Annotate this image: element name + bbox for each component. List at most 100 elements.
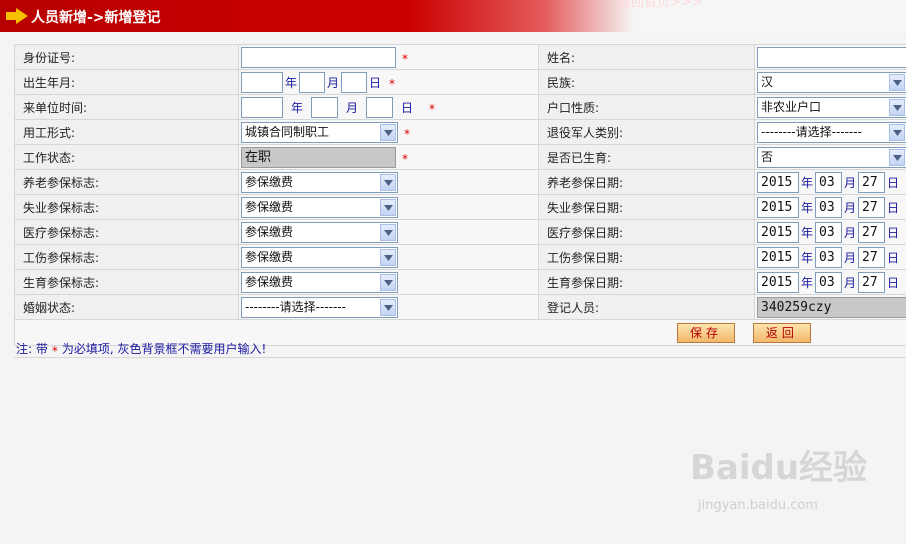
chevron-down-icon[interactable] xyxy=(380,198,396,216)
pension-label: 养老参保标志: xyxy=(14,169,239,195)
form-row: 工伤参保标志: 参保缴费 工伤参保日期: 2015 年 03 月 27 日 xyxy=(14,244,906,270)
medical-select[interactable]: 参保缴费 xyxy=(241,221,398,243)
chevron-down-icon[interactable] xyxy=(380,223,396,241)
chevron-down-icon[interactable] xyxy=(380,248,396,266)
chevron-down-icon[interactable] xyxy=(380,273,396,291)
marital-value: --------请选择------- xyxy=(245,299,346,314)
form-row: 身份证号: * 姓名: xyxy=(14,44,906,70)
join-day-input[interactable] xyxy=(366,96,394,118)
pension-month-input[interactable]: 03 xyxy=(815,171,843,193)
childbirth-select[interactable]: 否 xyxy=(757,146,906,168)
injury-month-input[interactable]: 03 xyxy=(815,246,843,268)
join-year-input[interactable] xyxy=(241,96,283,118)
join-date-label: 来单位时间: xyxy=(14,94,239,120)
required-mark: * xyxy=(389,77,396,91)
month-unit: 月 xyxy=(844,275,857,290)
birth-label: 出生年月: xyxy=(14,69,239,95)
maternity-value: 参保缴费 xyxy=(245,274,294,289)
birth-day-input[interactable] xyxy=(341,71,368,93)
chevron-down-icon[interactable] xyxy=(889,123,905,141)
medical-date-label: 医疗参保日期: xyxy=(538,219,755,245)
maternity-day-input[interactable]: 27 xyxy=(858,271,886,293)
unemployment-label: 失业参保标志: xyxy=(14,194,239,220)
id-card-input[interactable] xyxy=(241,46,396,68)
chevron-down-icon[interactable] xyxy=(889,98,905,116)
form-row: 用工形式: 城镇合同制职工 * 退役军人类别: --------请选择------… xyxy=(14,119,906,145)
day-unit: 日 xyxy=(369,75,382,90)
maternity-select[interactable]: 参保缴费 xyxy=(241,271,398,293)
form-row: 婚姻状态: --------请选择------- 登记人员: 340259czy xyxy=(14,294,906,320)
injury-date-label: 工伤参保日期: xyxy=(538,244,755,270)
maternity-month-input[interactable]: 03 xyxy=(815,271,843,293)
hukou-select[interactable]: 非农业户口 xyxy=(757,96,906,118)
childbirth-label: 是否已生育: xyxy=(538,144,755,170)
header-banner: 返回首页>>> 人员新增->新增登记 xyxy=(0,0,906,32)
name-input[interactable] xyxy=(757,46,906,68)
chevron-down-icon[interactable] xyxy=(380,298,396,316)
injury-year-input[interactable]: 2015 xyxy=(757,246,799,268)
medical-day-input[interactable]: 27 xyxy=(858,221,886,243)
day-unit: 日 xyxy=(887,225,900,240)
name-label: 姓名: xyxy=(538,44,755,70)
marital-select[interactable]: --------请选择------- xyxy=(241,296,398,318)
page-title: 人员新增->新增登记 xyxy=(31,10,161,26)
work-status-field: 在职 xyxy=(241,146,396,168)
month-unit: 月 xyxy=(844,175,857,190)
veteran-label: 退役军人类别: xyxy=(538,119,755,145)
day-unit: 日 xyxy=(401,100,414,115)
year-unit: 年 xyxy=(291,100,304,115)
day-unit: 日 xyxy=(887,175,900,190)
form-note: 注: 带 * 为必填项, 灰色背景框不需要用户输入! xyxy=(14,340,906,358)
year-unit: 年 xyxy=(285,75,298,90)
chevron-down-icon[interactable] xyxy=(889,73,905,91)
year-unit: 年 xyxy=(801,275,814,290)
unemployment-value: 参保缴费 xyxy=(245,199,294,214)
veteran-select[interactable]: --------请选择------- xyxy=(757,121,906,143)
birth-month-input[interactable] xyxy=(299,71,326,93)
injury-day-input[interactable]: 27 xyxy=(858,246,886,268)
chevron-down-icon[interactable] xyxy=(380,173,396,191)
ethnic-select[interactable]: 汉 xyxy=(757,71,906,93)
maternity-year-input[interactable]: 2015 xyxy=(757,271,799,293)
employment-value: 城镇合同制职工 xyxy=(245,124,330,139)
pension-year-input[interactable]: 2015 xyxy=(757,171,799,193)
form-row: 养老参保标志: 参保缴费 养老参保日期: 2015 年 03 月 27 日 xyxy=(14,169,906,195)
join-month-input[interactable] xyxy=(311,96,339,118)
maternity-label: 生育参保标志: xyxy=(14,269,239,295)
required-mark: * xyxy=(402,152,408,166)
form-row: 来单位时间: 年 月 日 * 户口性质: 非农业户口 xyxy=(14,94,906,120)
chevron-down-icon[interactable] xyxy=(380,123,396,141)
required-mark: * xyxy=(429,102,436,116)
chevron-down-icon[interactable] xyxy=(889,148,905,166)
month-unit: 月 xyxy=(327,75,340,90)
birth-year-input[interactable] xyxy=(241,71,283,93)
work-status-label: 工作状态: xyxy=(14,144,239,170)
injury-label: 工伤参保标志: xyxy=(14,244,239,270)
unemployment-day-input[interactable]: 27 xyxy=(858,196,886,218)
watermark-logo: Baidu经验 xyxy=(690,448,868,488)
pension-day-input[interactable]: 27 xyxy=(858,171,886,193)
medical-year-input[interactable]: 2015 xyxy=(757,221,799,243)
month-unit: 月 xyxy=(844,250,857,265)
watermark-url: jingyan.baidu.com xyxy=(698,498,818,513)
form-row: 失业参保标志: 参保缴费 失业参保日期: 2015 年 03 月 27 日 xyxy=(14,194,906,220)
unemployment-year-input[interactable]: 2015 xyxy=(757,196,799,218)
note-prefix: 注: 带 xyxy=(16,342,48,356)
home-link[interactable]: 返回首页>>> xyxy=(618,0,703,10)
childbirth-value: 否 xyxy=(761,149,774,164)
month-unit: 月 xyxy=(346,100,359,115)
form-row: 医疗参保标志: 参保缴费 医疗参保日期: 2015 年 03 月 27 日 xyxy=(14,219,906,245)
medical-value: 参保缴费 xyxy=(245,224,294,239)
unemployment-month-input[interactable]: 03 xyxy=(815,196,843,218)
required-mark: * xyxy=(51,343,58,358)
medical-label: 医疗参保标志: xyxy=(14,219,239,245)
employment-label: 用工形式: xyxy=(14,119,239,145)
injury-select[interactable]: 参保缴费 xyxy=(241,246,398,268)
pension-select[interactable]: 参保缴费 xyxy=(241,171,398,193)
medical-month-input[interactable]: 03 xyxy=(815,221,843,243)
unemployment-select[interactable]: 参保缴费 xyxy=(241,196,398,218)
required-mark: * xyxy=(402,52,408,66)
hukou-value: 非农业户口 xyxy=(761,99,822,114)
day-unit: 日 xyxy=(887,250,900,265)
employment-select[interactable]: 城镇合同制职工 xyxy=(241,121,398,143)
